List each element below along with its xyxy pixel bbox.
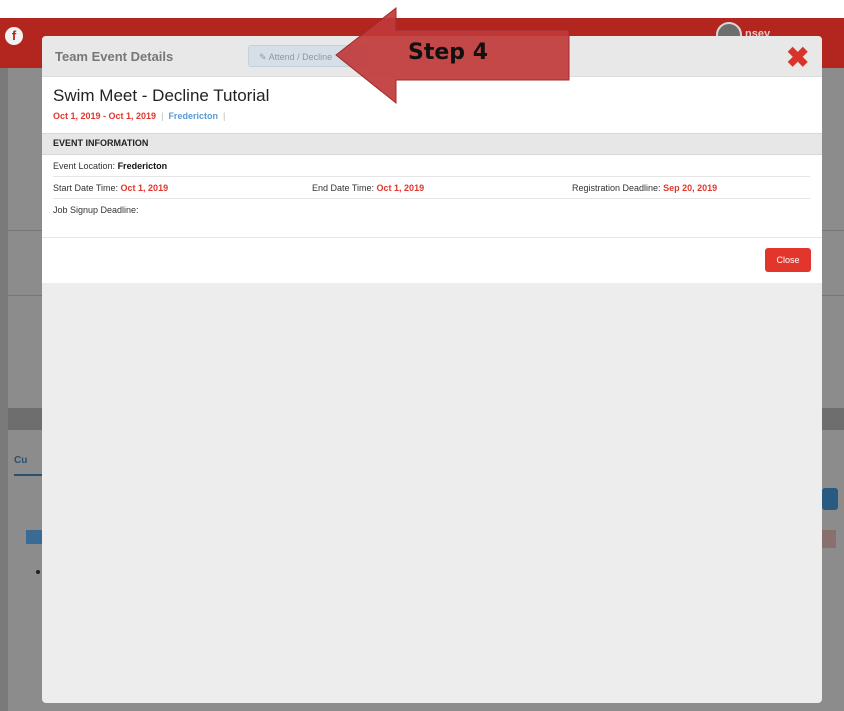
event-location-label: Event Location: [53,161,116,171]
job-signup-row: Job Signup Deadline: [53,199,810,220]
modal-body: Swim Meet - Decline Tutorial Oct 1, 2019… [42,77,822,283]
event-location-value: Fredericton [117,161,168,171]
start-date: Start Date Time: Oct 1, 2019 [53,183,168,193]
event-location-row: Event Location: Fredericton [53,155,810,177]
step-label: Step 4 [408,40,488,65]
section-header: EVENT INFORMATION [42,133,822,155]
attend-decline-button[interactable]: ✎ Attend / Decline [248,45,368,67]
event-location: Event Location: Fredericton [53,161,167,171]
event-dates-row: Start Date Time: Oct 1, 2019 End Date Ti… [53,177,810,199]
page-button[interactable] [822,488,838,510]
event-title: Swim Meet - Decline Tutorial [53,86,270,105]
start-date-value: Oct 1, 2019 [120,183,169,193]
tab-current[interactable]: Cu [14,455,27,466]
section-title: EVENT INFORMATION [53,138,149,148]
separator: | [158,111,166,121]
end-date-label: End Date Time: [312,183,375,193]
job-signup-deadline-label: Job Signup Deadline: [53,205,139,215]
registration-deadline-value: Sep 20, 2019 [663,183,718,193]
tab-underline [14,474,42,476]
event-subtitle: Oct 1, 2019 - Oct 1, 2019 | Fredericton … [53,111,225,121]
registration-deadline-label: Registration Deadline: [572,183,661,193]
event-details-modal: Team Event Details ✎ Attend / Decline ✖ … [42,36,822,703]
attend-decline-label: Attend / Decline [268,52,333,62]
facebook-icon[interactable]: f [5,27,23,45]
separator: | [220,111,226,121]
close-button[interactable]: Close [765,248,811,272]
close-icon[interactable]: ✖ [786,44,809,72]
modal-title: Team Event Details [55,49,174,64]
page-badge [822,530,836,548]
edit-icon: ✎ [259,52,267,62]
start-date-label: Start Date Time: [53,183,119,193]
event-date-range: Oct 1, 2019 - Oct 1, 2019 [53,111,157,121]
registration-deadline: Registration Deadline: Sep 20, 2019 [572,183,717,193]
end-date: End Date Time: Oct 1, 2019 [312,183,424,193]
bullet [36,570,40,574]
event-location-link[interactable]: Fredericton [168,111,218,121]
end-date-value: Oct 1, 2019 [376,183,425,193]
page-button[interactable] [26,530,42,544]
modal-footer-divider [42,237,822,238]
